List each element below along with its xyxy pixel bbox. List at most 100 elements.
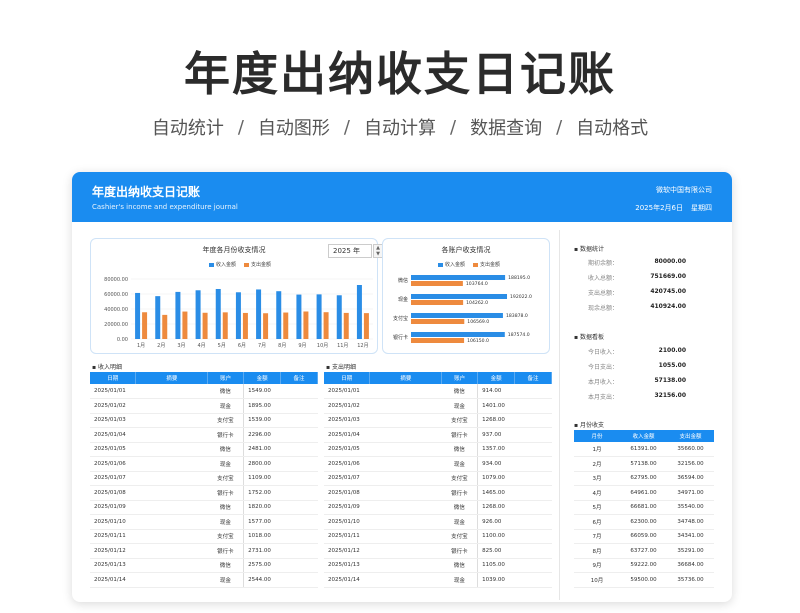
amount-cell[interactable]: 1577.00 [243,514,281,530]
expense-cell[interactable]: 35736.00 [667,572,714,588]
col-header[interactable]: 摘要 [135,372,209,384]
amount-cell[interactable]: 1895.00 [243,398,281,414]
account-cell[interactable]: 微信 [207,558,244,573]
account-cell[interactable]: 现金 [441,514,478,530]
summary-cell[interactable] [369,398,442,414]
amount-cell[interactable]: 1820.00 [243,500,281,515]
date-cell[interactable]: 2025/01/05 [324,442,370,457]
col-header[interactable]: 账户 [441,372,479,384]
account-cell[interactable]: 支付宝 [441,471,478,486]
account-cell[interactable]: 微信 [441,558,478,573]
note-cell[interactable] [514,413,552,428]
expense-cell[interactable]: 34341.00 [667,529,714,544]
summary-cell[interactable] [135,572,208,588]
month-cell[interactable]: 9月 [574,558,620,573]
expense-cell[interactable]: 35291.00 [667,543,714,559]
expense-cell[interactable]: 32156.00 [667,456,714,472]
note-cell[interactable] [514,543,552,559]
summary-cell[interactable] [135,471,208,486]
table-row[interactable]: 1月 61391.00 35660.00 [574,442,714,457]
table-row[interactable]: 3月 62795.00 36594.00 [574,471,714,486]
table-row[interactable]: 2025/01/10 现金 926.00 [324,514,552,530]
date-cell[interactable]: 2025/01/03 [324,413,370,428]
summary-cell[interactable] [135,442,208,457]
amount-cell[interactable]: 1549.00 [243,384,281,399]
note-cell[interactable] [280,384,318,399]
account-cell[interactable]: 微信 [441,442,478,457]
table-row[interactable]: 2025/01/10 现金 1577.00 [90,514,318,530]
note-cell[interactable] [280,529,318,544]
summary-cell[interactable] [369,558,442,573]
amount-cell[interactable]: 2481.00 [243,442,281,457]
table-row[interactable]: 2025/01/11 支付宝 1018.00 [90,529,318,544]
expense-cell[interactable]: 34971.00 [667,485,714,501]
account-cell[interactable]: 微信 [441,500,478,515]
summary-cell[interactable] [369,572,442,588]
table-row[interactable]: 2025/01/02 现金 1895.00 [90,398,318,414]
expense-cell[interactable]: 34748.00 [667,514,714,530]
note-cell[interactable] [280,514,318,530]
col-header[interactable]: 摘要 [369,372,443,384]
amount-cell[interactable]: 934.00 [477,456,515,472]
table-row[interactable]: 2025/01/13 微信 1105.00 [324,558,552,573]
table-row[interactable]: 7月 66059.00 34341.00 [574,529,714,544]
amount-cell[interactable]: 1105.00 [477,558,515,573]
col-header[interactable]: 金额 [243,372,282,384]
date-cell[interactable]: 2025/01/11 [90,529,136,544]
amount-cell[interactable]: 2800.00 [243,456,281,472]
note-cell[interactable] [280,500,318,515]
col-header[interactable]: 日期 [324,372,371,384]
date-cell[interactable]: 2025/01/12 [90,543,136,559]
account-cell[interactable]: 银行卡 [207,427,244,443]
note-cell[interactable] [280,413,318,428]
note-cell[interactable] [514,572,552,588]
summary-cell[interactable] [135,456,208,472]
table-row[interactable]: 2025/01/01 微信 1549.00 [90,384,318,399]
amount-cell[interactable]: 1465.00 [477,485,515,501]
col-header[interactable]: 备注 [280,372,318,384]
income-cell[interactable]: 59222.00 [620,558,667,573]
amount-cell[interactable]: 937.00 [477,427,515,443]
note-cell[interactable] [514,558,552,573]
date-cell[interactable]: 2025/01/14 [90,572,136,588]
account-cell[interactable]: 微信 [207,442,244,457]
income-cell[interactable]: 61391.00 [620,442,667,457]
note-cell[interactable] [514,529,552,544]
note-cell[interactable] [514,500,552,515]
table-row[interactable]: 2025/01/08 银行卡 1465.00 [324,485,552,501]
note-cell[interactable] [514,384,552,399]
table-row[interactable]: 2025/01/09 微信 1820.00 [90,500,318,515]
amount-cell[interactable]: 1079.00 [477,471,515,486]
account-cell[interactable]: 银行卡 [441,427,478,443]
amount-cell[interactable]: 1109.00 [243,471,281,486]
note-cell[interactable] [280,543,318,559]
note-cell[interactable] [514,485,552,501]
table-row[interactable]: 10月 59500.00 35736.00 [574,572,714,588]
date-cell[interactable]: 2025/01/09 [324,500,370,515]
date-cell[interactable]: 2025/01/11 [324,529,370,544]
amount-cell[interactable]: 914.00 [477,384,515,399]
date-cell[interactable]: 2025/01/13 [324,558,370,573]
note-cell[interactable] [280,398,318,414]
amount-cell[interactable]: 1539.00 [243,413,281,428]
table-row[interactable]: 6月 62300.00 34748.00 [574,514,714,530]
note-cell[interactable] [280,572,318,588]
expense-cell[interactable]: 35660.00 [667,442,714,457]
col-header[interactable]: 日期 [90,372,137,384]
income-cell[interactable]: 63727.00 [620,543,667,559]
account-cell[interactable]: 现金 [207,398,244,414]
amount-cell[interactable]: 2731.00 [243,543,281,559]
note-cell[interactable] [514,471,552,486]
month-cell[interactable]: 6月 [574,514,620,530]
table-row[interactable]: 2025/01/11 支付宝 1100.00 [324,529,552,544]
month-cell[interactable]: 10月 [574,572,620,588]
amount-cell[interactable]: 2575.00 [243,558,281,573]
table-row[interactable]: 2025/01/05 微信 1357.00 [324,442,552,457]
summary-cell[interactable] [369,413,442,428]
note-cell[interactable] [280,427,318,443]
account-cell[interactable]: 支付宝 [441,413,478,428]
summary-cell[interactable] [135,500,208,515]
table-row[interactable]: 2025/01/07 支付宝 1109.00 [90,471,318,486]
note-cell[interactable] [514,427,552,443]
account-cell[interactable]: 现金 [207,572,244,588]
